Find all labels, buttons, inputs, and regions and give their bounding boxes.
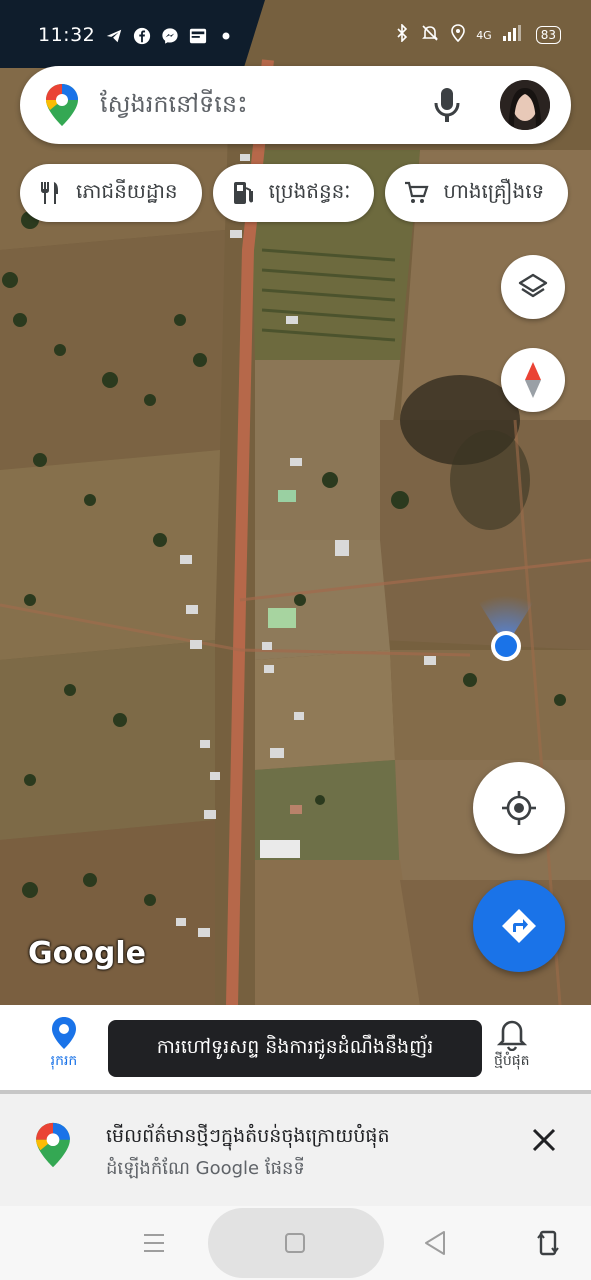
system-navigation-bar bbox=[0, 1206, 591, 1280]
chip-label: ហាងគ្រឿងទេ bbox=[443, 179, 545, 203]
satellite-map[interactable] bbox=[0, 0, 591, 1005]
compass-button[interactable] bbox=[501, 348, 565, 412]
maps-logo-icon bbox=[34, 1120, 72, 1174]
chip-label: ប្រេងឥន្ធនៈ bbox=[268, 179, 351, 203]
update-banner[interactable]: មើលព័ត៌មានថ្មីៗក្នុងតំបន់ចុងក្រោយបំផុត ដ… bbox=[0, 1094, 591, 1206]
bluetooth-icon bbox=[394, 23, 410, 46]
facebook-icon bbox=[132, 26, 152, 46]
signal-icon bbox=[502, 24, 526, 46]
google-attribution: Google bbox=[28, 936, 146, 971]
directions-icon bbox=[502, 909, 536, 943]
mute-icon bbox=[420, 24, 440, 46]
profile-avatar[interactable] bbox=[500, 80, 550, 130]
home-icon[interactable] bbox=[284, 1232, 306, 1258]
location-icon bbox=[450, 24, 466, 46]
back-icon[interactable] bbox=[424, 1230, 446, 1260]
category-chips: ភោជនីយដ្ឋាន ប្រេងឥន្ធនៈ ហាងគ្រឿងទេ bbox=[20, 164, 569, 222]
banner-title: មើលព័ត៌មានថ្មីៗក្នុងតំបន់ចុងក្រោយបំផុត bbox=[106, 1125, 390, 1147]
layers-button[interactable] bbox=[501, 255, 565, 319]
banner-subtitle: ដំឡើងកំណែ Google ផែនទី bbox=[106, 1158, 305, 1179]
search-bar[interactable]: ស្វែងរកនៅទីនេះ bbox=[20, 66, 571, 144]
tab-explore[interactable]: រុករក bbox=[50, 1015, 78, 1072]
status-bar: 11:32 4G 83 bbox=[0, 0, 591, 70]
close-icon[interactable] bbox=[530, 1126, 558, 1158]
menu-icon[interactable] bbox=[142, 1232, 166, 1258]
chip-gas[interactable]: ប្រេងឥន្ធនៈ bbox=[212, 164, 375, 222]
satellite-imagery bbox=[0, 0, 591, 1005]
cart-icon bbox=[405, 181, 429, 203]
explore-pin-icon bbox=[52, 1017, 76, 1049]
layers-icon bbox=[518, 273, 548, 298]
restaurant-icon bbox=[41, 182, 58, 204]
gallery-icon bbox=[188, 26, 208, 46]
directions-button[interactable] bbox=[473, 880, 565, 972]
bell-icon bbox=[496, 1020, 527, 1051]
gas-station-icon bbox=[233, 182, 253, 204]
battery-indicator: 83 bbox=[535, 26, 561, 44]
dot-icon bbox=[216, 26, 236, 46]
tab-updates-label: ថ្មីបំផុត bbox=[494, 1053, 530, 1069]
microphone-icon[interactable] bbox=[432, 86, 462, 128]
status-time: 11:32 bbox=[38, 24, 96, 46]
network-type: 4G bbox=[476, 28, 492, 42]
maps-pin-icon bbox=[44, 82, 80, 132]
tab-updates[interactable]: ថ្មីបំផុត bbox=[494, 1017, 530, 1072]
chip-restaurants[interactable]: ភោជនីយដ្ឋាន bbox=[20, 164, 202, 222]
search-input[interactable]: ស្វែងរកនៅទីនេះ bbox=[100, 89, 248, 124]
toast-message: ការហៅទូរសព្ទ និងការជូនដំណឹងនឹងញ័រ bbox=[108, 1020, 482, 1077]
my-location-button[interactable] bbox=[473, 762, 565, 854]
toast-text: ការហៅទូរសព្ទ និងការជូនដំណឹងនឹងញ័រ bbox=[156, 1035, 434, 1058]
tab-explore-label: រុករក bbox=[50, 1053, 78, 1069]
my-location-icon bbox=[502, 791, 536, 825]
chip-shopping[interactable]: ហាងគ្រឿងទេ bbox=[385, 164, 569, 222]
current-location-dot bbox=[495, 635, 517, 657]
messenger-icon bbox=[160, 26, 180, 46]
compass-icon bbox=[525, 362, 541, 398]
rotate-icon[interactable] bbox=[536, 1228, 560, 1262]
chip-label: ភោជនីយដ្ឋាន bbox=[76, 179, 178, 203]
telegram-icon bbox=[104, 26, 124, 46]
